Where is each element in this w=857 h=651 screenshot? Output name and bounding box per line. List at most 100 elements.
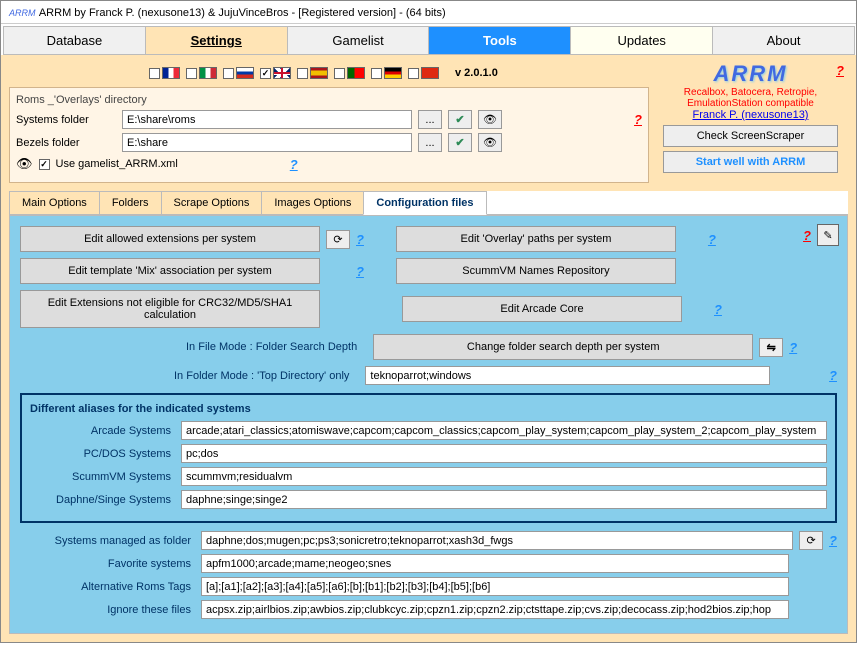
bezels-folder-browse-button[interactable]: ... (418, 133, 442, 152)
edit-arcade-button[interactable]: Edit Arcade Core (402, 296, 682, 322)
flag-germany-icon (384, 67, 402, 79)
depth-toggle-button[interactable]: ⇋ (759, 338, 783, 357)
subtab-config[interactable]: Configuration files (363, 191, 486, 215)
author-link[interactable]: Franck P. (nexusone13) (663, 109, 838, 121)
refresh-icon: ⟳ (333, 233, 342, 246)
help-managed[interactable]: ? (829, 533, 837, 548)
edit-crc-button[interactable]: Edit Extensions not eligible for CRC32/M… (20, 290, 320, 328)
help-systems-folder[interactable]: ? (634, 112, 642, 127)
help-edit-arcade[interactable]: ? (714, 302, 722, 317)
aliases-group: Different aliases for the indicated syst… (20, 393, 837, 523)
flag-checkbox-ru[interactable] (223, 68, 234, 79)
flag-italy-icon (199, 67, 217, 79)
flag-checkbox-de[interactable] (371, 68, 382, 79)
bezels-folder-confirm-button[interactable]: ✔ (448, 133, 472, 152)
check-icon: ✔ (455, 136, 464, 149)
content-area: v 2.0.1.0 ? ARRM Recalbox, Batocera, Ret… (1, 55, 856, 642)
systems-folder-label: Systems folder (16, 114, 116, 126)
alt-label: Alternative Roms Tags (20, 581, 195, 593)
systems-folder-confirm-button[interactable]: ✔ (448, 110, 472, 129)
edit-overlay-button[interactable]: Edit 'Overlay' paths per system (396, 226, 676, 252)
subtab-images[interactable]: Images Options (261, 191, 364, 215)
folder-mode-label: In Folder Mode : 'Top Directory' only (174, 370, 349, 382)
scummvm-repo-button[interactable]: ScummVM Names Repository (396, 258, 676, 284)
scummvm-input[interactable] (181, 467, 827, 486)
ignore-input[interactable] (201, 600, 789, 619)
bottom-fields: Systems managed as folder ⟳ ? Favorite s… (20, 531, 837, 619)
help-edit-overlay[interactable]: ? (708, 232, 716, 247)
systems-folder-input[interactable] (122, 110, 412, 129)
fav-input[interactable] (201, 554, 789, 573)
tab-settings[interactable]: Settings (145, 26, 288, 55)
flag-portugal-icon (347, 67, 365, 79)
flag-checkbox-zh[interactable] (408, 68, 419, 79)
edit-pencil-button[interactable]: ✎ (817, 224, 839, 246)
flag-russia-icon (236, 67, 254, 79)
help-top-right[interactable]: ? (836, 63, 844, 78)
managed-label: Systems managed as folder (20, 535, 195, 547)
bezels-folder-label: Bezels folder (16, 137, 116, 149)
systems-folder-view-button[interactable]: 👁 (478, 110, 502, 129)
subtab-scrape[interactable]: Scrape Options (161, 191, 263, 215)
pcdos-input[interactable] (181, 444, 827, 463)
version-label: v 2.0.1.0 (455, 67, 498, 79)
flag-checkbox-it[interactable] (186, 68, 197, 79)
tab-about[interactable]: About (712, 26, 855, 55)
bezels-folder-view-button[interactable]: 👁 (478, 133, 502, 152)
eye-icon: 👁 (16, 156, 33, 172)
logo-area: ? ARRM Recalbox, Batocera, Retropie,Emul… (663, 61, 838, 177)
flag-france-icon (162, 67, 180, 79)
use-gamelist-label: Use gamelist_ARRM.xml (56, 158, 178, 170)
help-change-depth[interactable]: ? (789, 340, 797, 355)
arcade-label: Arcade Systems (30, 425, 175, 437)
sub-tab-bar: Main Options Folders Scrape Options Imag… (9, 191, 848, 215)
refresh-ext-button[interactable]: ⟳ (326, 230, 350, 249)
eye-icon: 👁 (483, 113, 497, 126)
subtab-folders[interactable]: Folders (99, 191, 162, 215)
edit-extensions-button[interactable]: Edit allowed extensions per system (20, 226, 320, 252)
subtab-main[interactable]: Main Options (9, 191, 100, 215)
daphne-input[interactable] (181, 490, 827, 509)
tab-tools[interactable]: Tools (428, 26, 571, 55)
help-folder-mode[interactable]: ? (829, 368, 837, 383)
roms-overlays-group: Roms _'Overlays' directory Systems folde… (9, 87, 649, 183)
help-panel-top[interactable]: ? (803, 228, 811, 243)
compat-text: Recalbox, Batocera, Retropie,EmulationSt… (663, 87, 838, 109)
tab-gamelist[interactable]: Gamelist (287, 26, 430, 55)
daphne-label: Daphne/Singe Systems (30, 494, 175, 506)
pencil-icon: ✎ (823, 229, 832, 242)
flag-checkbox-en[interactable] (260, 68, 271, 79)
use-gamelist-checkbox[interactable] (39, 159, 50, 170)
bezels-folder-input[interactable] (122, 133, 412, 152)
change-depth-button[interactable]: Change folder search depth per system (373, 334, 753, 360)
folder-mode-input[interactable] (365, 366, 770, 385)
toggle-icon: ⇋ (767, 341, 776, 354)
scummvm-label: ScummVM Systems (30, 471, 175, 483)
flag-checkbox-pt[interactable] (334, 68, 345, 79)
alt-input[interactable] (201, 577, 789, 596)
pcdos-label: PC/DOS Systems (30, 448, 175, 460)
flag-china-icon (421, 67, 439, 79)
edit-mix-button[interactable]: Edit template 'Mix' association per syst… (20, 258, 320, 284)
roms-overlays-legend: Roms _'Overlays' directory (16, 94, 642, 106)
systems-folder-browse-button[interactable]: ... (418, 110, 442, 129)
help-edit-ext[interactable]: ? (356, 232, 364, 247)
flag-checkbox-es[interactable] (297, 68, 308, 79)
help-edit-mix[interactable]: ? (356, 264, 364, 279)
flag-checkbox-fr[interactable] (149, 68, 160, 79)
flag-uk-icon (273, 67, 291, 79)
help-use-gamelist[interactable]: ? (290, 157, 298, 172)
tab-database[interactable]: Database (3, 26, 146, 55)
start-well-button[interactable]: Start well with ARRM (663, 151, 838, 173)
tab-updates[interactable]: Updates (570, 26, 713, 55)
check-icon: ✔ (455, 113, 464, 126)
ignore-label: Ignore these files (20, 604, 195, 616)
managed-input[interactable] (201, 531, 793, 550)
arrm-logo: ARRM (663, 61, 838, 87)
window-title: ARRM ARRM by Franck P. (nexusone13) & Ju… (1, 1, 856, 24)
check-screenscraper-button[interactable]: Check ScreenScraper (663, 125, 838, 147)
arcade-input[interactable] (181, 421, 827, 440)
managed-refresh-button[interactable]: ⟳ (799, 531, 823, 550)
main-tab-bar: Database Settings Gamelist Tools Updates… (1, 24, 856, 55)
file-mode-label: In File Mode : Folder Search Depth (186, 341, 357, 353)
